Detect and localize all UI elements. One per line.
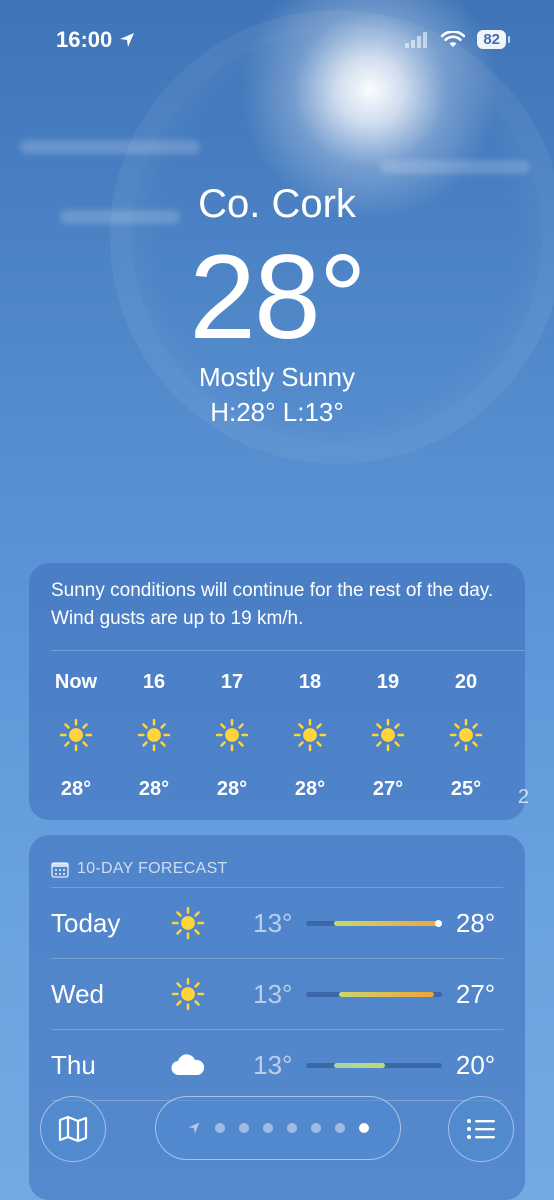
temperature-range-fill [338, 991, 434, 997]
list-icon [467, 1119, 495, 1139]
high-low-text: H:28° L:13° [210, 397, 344, 427]
page-dot[interactable] [311, 1123, 321, 1133]
location-arrow-icon [120, 33, 135, 47]
day-row[interactable]: Today 13° 28° [29, 888, 525, 958]
hour-label: 20 [454, 671, 478, 693]
hour-temperature: 27° [372, 778, 404, 800]
day-row[interactable]: Wed 13° 27° [29, 959, 525, 1029]
hour-icon-wrap [349, 709, 427, 761]
wifi-icon [441, 30, 466, 47]
day-low-temp: 13° [253, 907, 293, 938]
hour-temperature: 28° [60, 778, 92, 800]
location-header: Co. Cork 28° Mostly Sunny H:28° L:13° [0, 180, 554, 428]
battery-indicator: 82 [477, 30, 510, 49]
page-indicator[interactable] [155, 1096, 401, 1160]
hour-icon-wrap [37, 709, 115, 761]
city-name: Co. Cork [198, 182, 356, 226]
hourly-item: 16 28° [115, 651, 193, 817]
hour-temperature: 28° [294, 778, 326, 800]
sun-icon [371, 718, 405, 752]
day-name: Wed [51, 978, 104, 1009]
sun-icon [172, 977, 205, 1011]
day-high-temp: 28° [455, 907, 496, 938]
day-name: Today [51, 907, 121, 938]
temperature-range-bar [306, 919, 442, 927]
status-time: 16:00 [56, 27, 136, 53]
day-name: Thu [51, 1049, 96, 1080]
forecast-summary: Sunny conditions will continue for the r… [51, 580, 494, 629]
hour-icon-wrap [427, 709, 505, 761]
hour-temperature: 28° [138, 778, 170, 800]
page-dot[interactable] [239, 1123, 249, 1133]
day-icon-wrap [159, 1047, 218, 1083]
day-icon-wrap [159, 906, 218, 940]
sun-icon [172, 906, 205, 940]
hour-icon-wrap [115, 709, 193, 761]
locations-list-button[interactable] [448, 1096, 514, 1162]
hourly-item: 19 27° [349, 651, 427, 817]
condition-text: Mostly Sunny [198, 362, 356, 392]
sun-icon [137, 718, 171, 752]
ten-day-title: 10-DAY FORECAST [77, 860, 228, 877]
sun-icon [449, 718, 483, 752]
hourly-item: 18 28° [271, 651, 349, 817]
hour-icon-wrap [271, 709, 349, 761]
hour-peek: 2 [517, 786, 529, 808]
day-low-temp: 13° [253, 978, 293, 1009]
current-temperature: 28° [189, 230, 366, 364]
map-icon [58, 1115, 88, 1143]
cloud-streak [380, 160, 530, 174]
status-bar: 16:00 82 [0, 0, 554, 84]
temperature-range-fill [333, 920, 442, 926]
temperature-range-bar [306, 991, 442, 997]
hourly-item: Now 28° [37, 651, 115, 817]
hourly-item: 20 25° [427, 651, 505, 817]
time-text: 16:00 [56, 27, 113, 52]
hour-temperature: 25° [450, 778, 482, 800]
day-icon-wrap [159, 977, 218, 1011]
page-dot[interactable] [215, 1123, 225, 1133]
current-temperature-dot [434, 919, 442, 927]
cloud-streak [20, 140, 200, 154]
hourly-forecast-card[interactable]: Sunny conditions will continue for the r… [29, 563, 529, 820]
sun-icon [215, 718, 249, 752]
hour-label: 16 [142, 671, 166, 693]
page-dot[interactable] [263, 1123, 273, 1133]
map-button[interactable] [40, 1096, 106, 1162]
sun-icon [293, 718, 327, 752]
hour-label: 19 [376, 671, 400, 693]
page-dot[interactable] [335, 1123, 345, 1133]
day-low-temp: 13° [253, 1049, 293, 1080]
daily-list: Today 13° 28° Wed 13° 27° Thu 13° 20° [29, 887, 525, 1101]
page-dots [215, 1123, 369, 1133]
cloud-icon [171, 1054, 205, 1076]
hour-icon-wrap [193, 709, 271, 761]
battery-level: 82 [483, 31, 500, 48]
day-high-temp: 20° [455, 1049, 496, 1080]
hour-temperature: 28° [216, 778, 248, 800]
hourly-item: 17 28° [193, 651, 271, 817]
day-high-temp: 27° [455, 978, 496, 1009]
hour-label: 17 [220, 671, 244, 693]
location-arrow-icon [188, 1122, 200, 1134]
temperature-range-bar [306, 1062, 442, 1068]
hourly-list[interactable]: Now 28° 16 28° 17 28° 18 28° 19 27° 20 25° 2 [29, 651, 529, 817]
calendar-icon [51, 861, 69, 878]
page-dot[interactable] [287, 1123, 297, 1133]
temperature-range-fill [333, 1062, 385, 1068]
page-dot[interactable] [359, 1123, 369, 1133]
cellular-signal-icon [405, 31, 428, 48]
hour-label: 18 [298, 671, 322, 693]
hour-label: Now [54, 671, 98, 693]
sun-icon [59, 718, 93, 752]
ten-day-header: 10-DAY FORECAST [29, 835, 525, 887]
bottom-toolbar [0, 1090, 554, 1170]
